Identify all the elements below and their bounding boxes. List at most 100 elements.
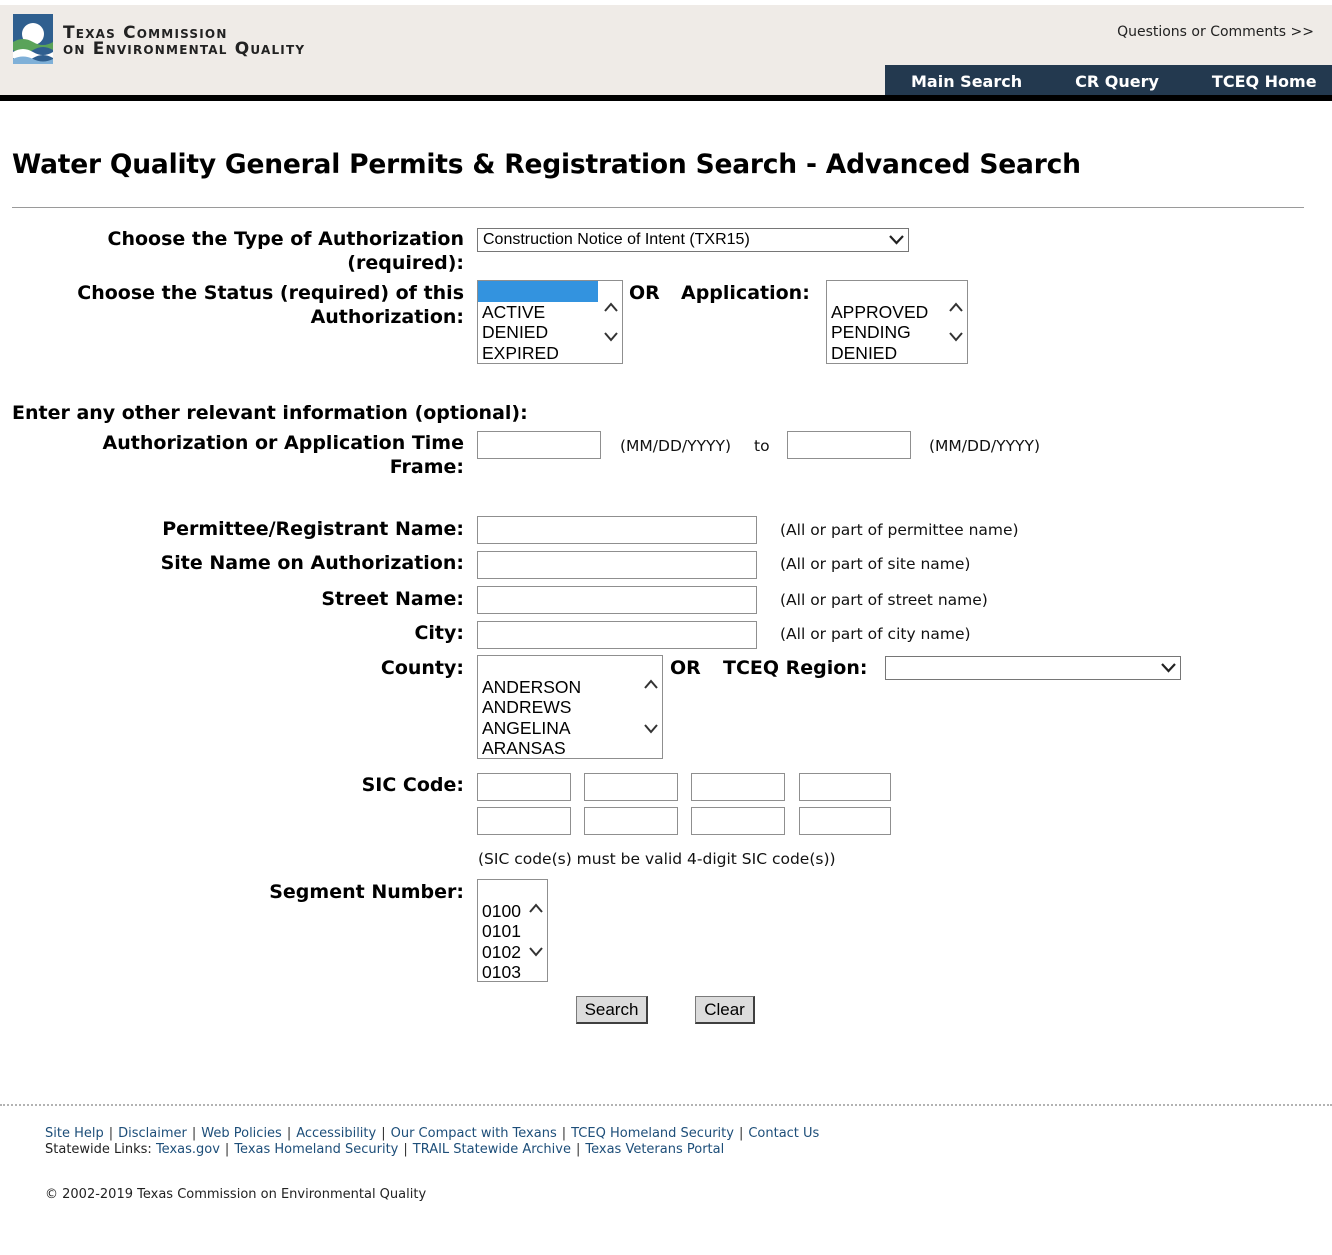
footer-divider (0, 1104, 1332, 1106)
status-listbox[interactable]: ACTIVE DENIED EXPIRED (477, 280, 623, 364)
auth-type-label-line2: (required): (347, 252, 464, 274)
street-name-hint: (All or part of street name) (780, 591, 988, 609)
or-label-status: OR (629, 282, 660, 304)
or-label-county: OR (670, 657, 701, 679)
chevron-down-icon[interactable] (603, 331, 619, 343)
chevron-up-icon[interactable] (603, 301, 619, 313)
county-option-angelina[interactable]: ANGELINA (478, 718, 662, 739)
status-label-line2: Authorization: (310, 306, 464, 328)
sic-input-6[interactable] (584, 807, 678, 835)
clear-button[interactable]: Clear (695, 996, 755, 1024)
city-hint: (All or part of city name) (780, 625, 971, 643)
footer-separator: | (224, 1142, 230, 1157)
footer-separator: | (575, 1142, 581, 1157)
chevron-up-icon[interactable] (643, 678, 659, 690)
application-listbox[interactable]: APPROVED PENDING DENIED (826, 280, 968, 364)
application-scrollbar[interactable] (945, 281, 967, 363)
status-option-blank[interactable] (478, 281, 598, 302)
status-scrollbar[interactable] (600, 281, 622, 363)
chevron-down-icon[interactable] (948, 331, 964, 343)
agency-wordmark: Texas Commission on Environmental Qualit… (63, 25, 305, 58)
application-label: Application: (681, 282, 810, 304)
nav-main-search[interactable]: Main Search (911, 72, 1022, 91)
chevron-up-icon[interactable] (948, 301, 964, 313)
auth-type-selected-value: Construction Notice of Intent (TXR15) (483, 231, 750, 248)
county-option-aransas[interactable]: ARANSAS (478, 738, 662, 758)
footer-link-compact[interactable]: Our Compact with Texans (391, 1126, 557, 1141)
date-format-hint-to: (MM/DD/YYYY) (929, 437, 1041, 455)
region-select[interactable] (885, 656, 1181, 680)
nav-cr-query[interactable]: CR Query (1075, 72, 1159, 91)
footer-statewide-label: Statewide Links: (45, 1142, 152, 1157)
chevron-up-icon[interactable] (528, 902, 544, 914)
county-label: County: (380, 657, 464, 679)
footer-separator: | (286, 1126, 292, 1141)
footer-separator: | (738, 1126, 744, 1141)
sic-input-5[interactable] (477, 807, 571, 835)
footer-link-disclaimer[interactable]: Disclaimer (118, 1126, 187, 1141)
county-option-anderson[interactable]: ANDERSON (478, 677, 662, 698)
search-button[interactable]: Search (576, 996, 648, 1024)
date-from-input[interactable] (477, 431, 601, 459)
footer-link-texas-homeland[interactable]: Texas Homeland Security (234, 1142, 398, 1157)
timeframe-label-line1: Authorization or Application Time (102, 432, 464, 454)
footer-link-trail-archive[interactable]: TRAIL Statewide Archive (413, 1142, 571, 1157)
permittee-input[interactable] (477, 516, 757, 544)
wordmark-line-2: on Environmental Quality (63, 39, 306, 59)
auth-type-label-line1: Choose the Type of Authorization (107, 228, 464, 250)
auth-type-label: Choose the Type of Authorization (requir… (108, 227, 464, 275)
site-header: Texas Commission on Environmental Qualit… (0, 5, 1332, 97)
sic-input-8[interactable] (799, 807, 891, 835)
segment-scrollbar[interactable] (525, 880, 547, 981)
footer-separator: | (561, 1126, 567, 1141)
nav-tceq-home[interactable]: TCEQ Home (1212, 72, 1317, 91)
date-to-label: to (754, 437, 770, 455)
questions-link[interactable]: Questions or Comments >> (1117, 24, 1314, 40)
chevron-down-icon[interactable] (643, 723, 659, 735)
auth-type-select[interactable]: Construction Notice of Intent (TXR15) (477, 228, 909, 252)
street-name-input[interactable] (477, 586, 757, 614)
segment-label: Segment Number: (269, 881, 464, 903)
county-scrollbar[interactable] (640, 656, 662, 758)
footer-separator: | (403, 1142, 408, 1157)
footer-link-contact-us[interactable]: Contact Us (748, 1126, 819, 1141)
permittee-hint: (All or part of permittee name) (780, 521, 1019, 539)
footer-separator: | (191, 1126, 197, 1141)
footer-links-row1: Site Help | Disclaimer | Web Policies | Access… (45, 1126, 819, 1141)
date-format-hint-from: (MM/DD/YYYY) (620, 437, 732, 455)
copyright: © 2002-2019 Texas Commission on Environm… (45, 1187, 427, 1202)
county-listbox[interactable]: ANDERSON ANDREWS ANGELINA ARANSAS (477, 655, 663, 759)
sic-input-1[interactable] (477, 773, 571, 801)
footer-separator: | (381, 1126, 386, 1141)
sic-hint: (SIC code(s) must be valid 4-digit SIC c… (478, 850, 836, 868)
date-to-input[interactable] (787, 431, 911, 459)
sic-input-7[interactable] (691, 807, 785, 835)
footer-link-web-policies[interactable]: Web Policies (201, 1126, 282, 1141)
permittee-label: Permittee/Registrant Name: (162, 518, 464, 540)
footer-separator: | (108, 1126, 114, 1141)
chevron-down-icon (1161, 663, 1176, 673)
tceq-logo-icon (13, 14, 53, 64)
header-divider (0, 95, 1332, 101)
chevron-down-icon[interactable] (528, 946, 544, 958)
sic-input-4[interactable] (799, 773, 891, 801)
county-option-blank[interactable] (478, 656, 662, 677)
top-nav: Main Search CR Query TCEQ Home (885, 65, 1332, 97)
county-option-andrews[interactable]: ANDREWS (478, 697, 662, 718)
sic-input-2[interactable] (584, 773, 678, 801)
footer-link-homeland-security[interactable]: TCEQ Homeland Security (571, 1126, 734, 1141)
footer-link-site-help[interactable]: Site Help (45, 1126, 104, 1141)
footer-links-row2: Statewide Links: Texas.gov | Texas Homelan… (45, 1142, 724, 1157)
sic-input-3[interactable] (691, 773, 785, 801)
segment-listbox[interactable]: 0100 0101 0102 0103 (477, 879, 548, 982)
footer-link-accessibility[interactable]: Accessibility (296, 1126, 376, 1141)
city-label: City: (414, 622, 464, 644)
footer-link-veterans-portal[interactable]: Texas Veterans Portal (585, 1142, 724, 1157)
status-label-line1: Choose the Status (required) of this (77, 282, 464, 304)
footer-link-texas-gov[interactable]: Texas.gov (156, 1142, 220, 1157)
site-name-label: Site Name on Authorization: (160, 552, 464, 574)
street-name-label: Street Name: (321, 588, 464, 610)
site-name-input[interactable] (477, 551, 757, 579)
timeframe-label-line2: Frame: (389, 456, 464, 478)
city-input[interactable] (477, 621, 757, 649)
